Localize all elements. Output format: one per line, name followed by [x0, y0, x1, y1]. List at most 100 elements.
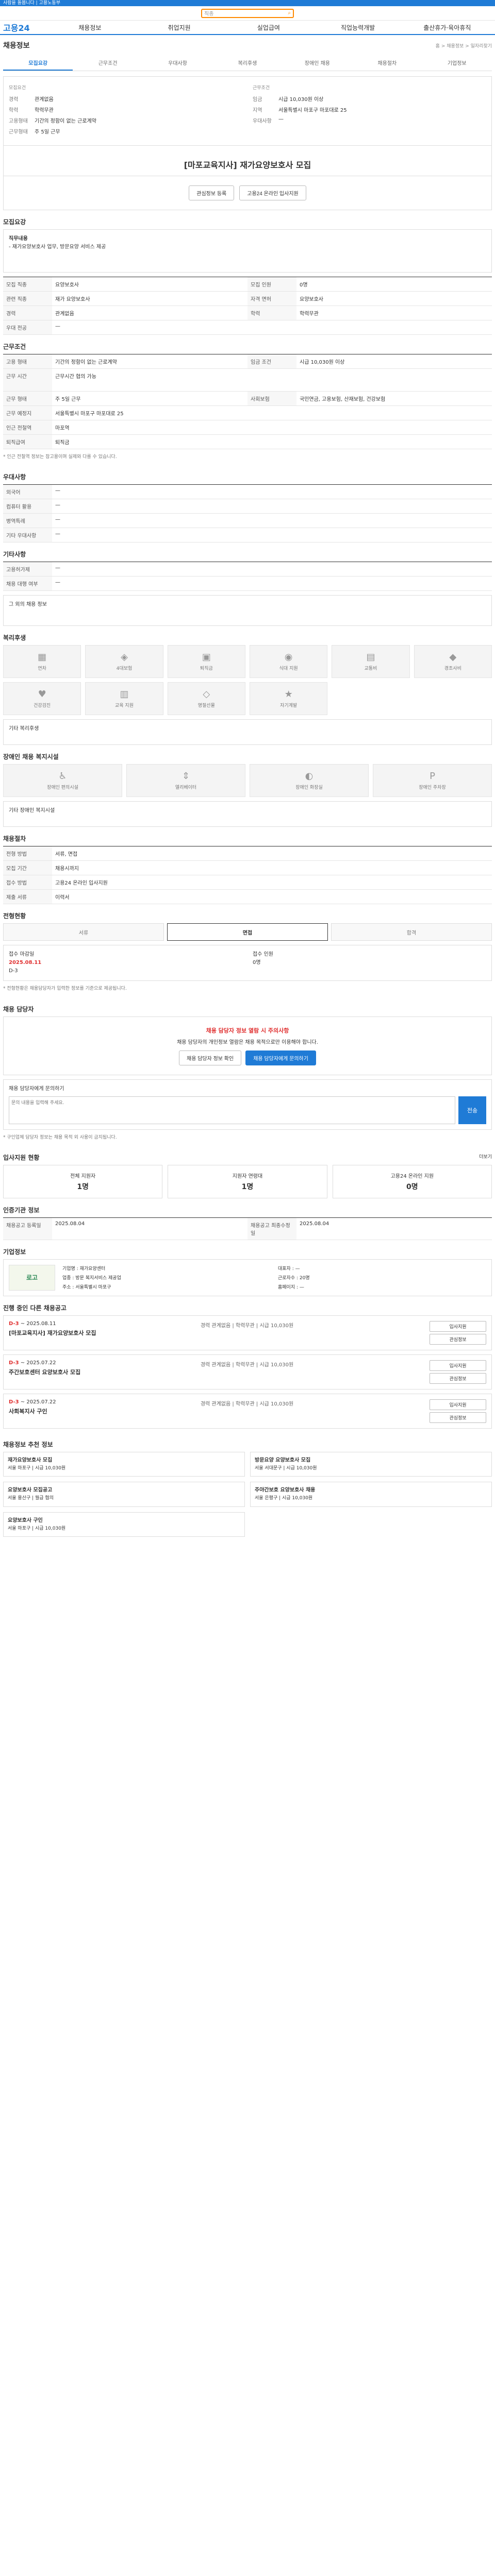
gnb-item-support[interactable]: 취업지원 — [135, 23, 224, 32]
card-scrap-button[interactable]: 관심정보 — [430, 1372, 486, 1384]
rec-title[interactable]: 주야간보호 요양보호사 채용 — [255, 1486, 487, 1495]
duties-text: - 재가요양보호사 업무, 방문요양 서비스 제공 — [9, 244, 106, 250]
row-value: 국민연금, 고용보험, 산재보험, 건강보험 — [300, 397, 386, 402]
recommend-card[interactable]: 요양보호사 구인 서울 마포구 | 시급 10,030원 — [3, 1512, 245, 1537]
company-kv: 대표자 : — — [278, 1266, 300, 1272]
gnb-item-benefit[interactable]: 실업급여 — [224, 23, 313, 32]
related-section: 진행 중인 다른 채용공고 D-3 ~ 2025.08.11 [마포교육지사] 재… — [3, 1296, 492, 1429]
card-apply-button[interactable]: 입사지원 — [430, 1399, 486, 1410]
row-value: 이력서 — [55, 895, 70, 901]
card-date: ~ 2025.08.11 — [20, 1320, 56, 1327]
row-key: 모집 직종 — [3, 277, 52, 291]
received-date: 2025.08.11 — [9, 960, 42, 966]
welfare-tile: ▦ 연차 — [3, 645, 81, 679]
apply-button[interactable]: 고용24 온라인 입사지원 — [239, 185, 306, 200]
section-title: 인증기관 정보 — [3, 1206, 40, 1214]
summary-kv: 근무형태 주 5일 근무 — [9, 127, 242, 135]
welfare-tile: ♥ 건강검진 — [3, 682, 81, 716]
rec-sub: 서울 은평구 | 시급 10,030원 — [255, 1496, 313, 1501]
row-value: 주 5일 근무 — [55, 397, 81, 402]
tab-process[interactable]: 채용절차 — [352, 56, 422, 71]
card-actions: 입사지원관심정보 — [430, 1399, 486, 1423]
kv-value: 방문 복지서비스 제공업 — [75, 1275, 121, 1281]
page-root: 사람을 돌봅니다 | 고용노동부 직종 ⌕ 고용24 채용정보 취업지원 실업급… — [0, 0, 495, 1547]
calendar-icon: ▦ — [38, 652, 47, 663]
kv-value: — — [299, 1284, 304, 1290]
rec-title[interactable]: 방문요양 요양보호사 모집 — [255, 1456, 487, 1465]
view-contact-button[interactable]: 채용 담당자 정보 확인 — [179, 1050, 242, 1065]
rec-sub: 서울 용산구 | 월급 협의 — [8, 1496, 54, 1501]
company-kv: 홈페이지 : — — [278, 1284, 304, 1290]
tab-company[interactable]: 기업정보 — [422, 56, 492, 71]
card-apply-button[interactable]: 입사지원 — [430, 1320, 486, 1332]
card-scrap-button[interactable]: 관심정보 — [430, 1333, 486, 1345]
tab-welfare[interactable]: 복리후생 — [212, 56, 282, 71]
kv-key: 기업명 — [62, 1266, 75, 1272]
recommend-card[interactable]: 재가요양보호사 모집 서울 마포구 | 시급 10,030원 — [3, 1451, 245, 1477]
kv-value: — — [295, 1266, 300, 1272]
tile-label: 연차 — [38, 666, 46, 672]
kv-key: 업종 — [62, 1275, 71, 1281]
related-job-card[interactable]: D-3 ~ 2025.08.11 [마포교육지사] 재가요양보호사 모집 경력 관… — [3, 1315, 492, 1350]
recommend-card[interactable]: 방문요양 요양보호사 모집 서울 서대문구 | 시급 10,030원 — [250, 1451, 492, 1477]
card-left: D-3 ~ 2025.08.11 [마포교육지사] 재가요양보호사 모집 — [9, 1321, 195, 1345]
table-row: 관련 직종 재가 요양보호사 자격 면허 요양보호사 — [3, 292, 492, 306]
card-title[interactable]: 주간보호센터 요양보호사 모집 — [9, 1368, 195, 1376]
table-row: 모집 기간 채용시까지 — [3, 861, 492, 876]
rec-title[interactable]: 요양보호사 모집공고 — [8, 1486, 240, 1495]
row-value: 기간의 정함이 없는 근로계약 — [55, 360, 117, 365]
gnb-item-training[interactable]: 직업능력개발 — [313, 23, 402, 32]
section-title: 채용 담당자 — [3, 1005, 34, 1013]
status-section: 전형현황 서류 면접 합격 접수 마감일 2025.08.11 D-3 접수 인… — [3, 904, 492, 997]
gnb-item-leave[interactable]: 출산휴가·육아휴직 — [403, 23, 492, 32]
table-row: 근무 예정지 서울특별시 마포구 마포대로 25 — [3, 406, 492, 420]
gnb-item-jobs[interactable]: 채용정보 — [45, 23, 135, 32]
company-logo: 로고 — [9, 1264, 55, 1291]
tab-recruit[interactable]: 모집요강 — [3, 56, 73, 71]
card-title[interactable]: 사회복지사 구인 — [9, 1407, 195, 1415]
search-icon[interactable]: ⌕ — [288, 10, 291, 16]
row-value: 재가 요양보호사 — [55, 297, 90, 302]
tab-condition[interactable]: 근무조건 — [73, 56, 142, 71]
card-title[interactable]: [마포교육지사] 재가요양보호사 모집 — [9, 1329, 195, 1337]
kv-value: 서울특별시 마포구 마포대로 25 — [278, 108, 347, 113]
summary-right-label: 근무조건 — [253, 86, 270, 91]
site-logo[interactable]: 고용24 — [3, 21, 30, 33]
rec-title[interactable]: 요양보호사 구인 — [8, 1517, 240, 1525]
star-icon: ★ — [284, 689, 293, 700]
recommend-card[interactable]: 요양보호사 모집공고 서울 용산구 | 월급 협의 — [3, 1482, 245, 1507]
contact-note: * 구인업체 담당자 정보는 채용 목적 외 사용이 금지됩니다. — [3, 1134, 117, 1140]
kv-key: 경력 — [9, 97, 19, 103]
row-key: 외국어 — [3, 485, 52, 499]
more-link[interactable]: 더보기 — [479, 1153, 492, 1162]
search-input[interactable]: 직종 ⌕ — [201, 8, 294, 18]
section-title: 모집요강 — [3, 218, 26, 226]
related-job-card[interactable]: D-3 ~ 2025.07.22 주간보호센터 요양보호사 모집 경력 관계없음 … — [3, 1354, 492, 1389]
rec-title[interactable]: 재가요양보호사 모집 — [8, 1456, 240, 1465]
kv-key: 근무형태 — [9, 129, 28, 135]
card-scrap-button[interactable]: 관심정보 — [430, 1412, 486, 1423]
tab-disability[interactable]: 장애인 채용 — [283, 56, 352, 71]
welfare-tile: ◆ 경조사비 — [414, 645, 492, 679]
wallet-icon: ▣ — [202, 652, 211, 663]
contact-warning: 채용 담당자 정보 열람 시 주의사항 — [206, 1027, 289, 1034]
kv-value: 20명 — [299, 1275, 310, 1281]
row-value: 고용24 온라인 입사지원 — [55, 880, 108, 887]
row-value: — — [55, 488, 60, 494]
ask-contact-button[interactable]: 채용 담당자에게 문의하기 — [245, 1050, 316, 1065]
card-apply-button[interactable]: 입사지원 — [430, 1360, 486, 1371]
recommend-card[interactable]: 주야간보호 요양보호사 채용 서울 은평구 | 시급 10,030원 — [250, 1482, 492, 1507]
question-input[interactable] — [9, 1096, 455, 1124]
row-key: 근무 예정지 — [3, 406, 52, 420]
send-button[interactable]: 전송 — [458, 1096, 486, 1124]
tile-label: 자기계발 — [280, 703, 298, 709]
section-title: 복리후생 — [3, 634, 26, 642]
summary-kv: 우대사항 — — [253, 116, 486, 124]
related-job-card[interactable]: D-3 ~ 2025.07.22 사회복지사 구인 경력 관계없음 | 학력무관 … — [3, 1393, 492, 1429]
shield-icon: ◈ — [121, 652, 128, 663]
kv-key: 홈페이지 — [278, 1284, 295, 1290]
table-row: 경력 관계없음 학력 학력무관 — [3, 306, 492, 320]
scrap-button[interactable]: 관심정보 등록 — [189, 185, 235, 200]
tile-label: 식대 지원 — [279, 666, 298, 672]
tab-preference[interactable]: 우대사항 — [143, 56, 212, 71]
